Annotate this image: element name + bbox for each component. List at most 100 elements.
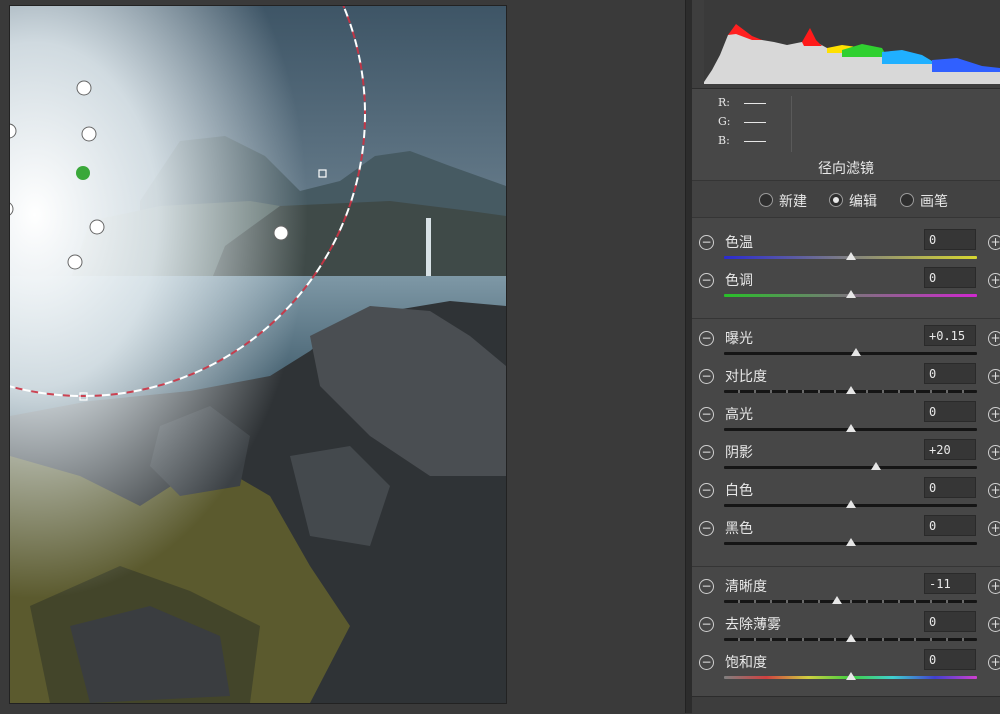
decrease-icon[interactable]: − [699,483,714,498]
radio-selected-icon[interactable] [829,193,843,207]
active-pin-marker[interactable] [76,166,90,180]
radio-icon[interactable] [759,193,773,207]
slider-row-contrast: − 对比度 0 + [692,362,1000,400]
pin-marker[interactable] [67,254,83,270]
slider-label-saturation: 饱和度 [725,655,767,671]
slider-row-temperature: − 色温 0 + [692,228,1000,266]
mode-brush-label: 画笔 [920,194,948,210]
pin-marker[interactable] [81,126,97,142]
slider-label-contrast: 对比度 [725,369,767,385]
slider-thumb-shadows[interactable] [870,462,881,470]
rgb-separator [791,96,792,152]
mode-new-label: 新建 [779,194,807,210]
mode-edit-label: 编辑 [849,194,877,210]
group-divider [692,318,1000,319]
group-divider [692,566,1000,567]
slider-row-saturation: − 饱和度 0 + [692,648,1000,686]
increase-icon[interactable]: + [988,445,1000,460]
slider-thumb-saturation[interactable] [845,672,856,680]
slider-row-whites: − 白色 0 + [692,476,1000,514]
slider-value-clarity[interactable]: -11 [924,573,976,594]
slider-thumb-tint[interactable] [845,290,856,298]
slider-label-highlights: 高光 [725,407,753,423]
slider-value-shadows[interactable]: +20 [924,439,976,460]
increase-icon[interactable]: + [988,483,1000,498]
rgb-b-value [744,140,766,142]
slider-value-temperature[interactable]: 0 [924,229,976,250]
decrease-icon[interactable]: − [699,407,714,422]
slider-label-dehaze: 去除薄雾 [725,617,781,633]
slider-track-clarity[interactable] [724,600,977,603]
slider-label-exposure: 曝光 [725,331,753,347]
decrease-icon[interactable]: − [699,235,714,250]
increase-icon[interactable]: + [988,407,1000,422]
slider-value-saturation[interactable]: 0 [924,649,976,670]
increase-icon[interactable]: + [988,617,1000,632]
slider-label-tint: 色调 [725,273,753,289]
pin-marker[interactable] [89,219,105,235]
slider-thumb-temperature[interactable] [845,252,856,260]
decrease-icon[interactable]: − [699,617,714,632]
slider-row-dehaze: − 去除薄雾 0 + [692,610,1000,648]
decrease-icon[interactable]: − [699,273,714,288]
slider-row-blacks: − 黑色 0 + [692,514,1000,552]
increase-icon[interactable]: + [988,579,1000,594]
rgb-b-label: B: [718,134,730,147]
slider-thumb-blacks[interactable] [845,538,856,546]
rgb-g-label: G: [718,115,731,128]
increase-icon[interactable]: + [988,331,1000,346]
mode-selector: 新建 编辑 画笔 [692,180,1000,218]
slider-row-clarity: − 清晰度 -11 + [692,572,1000,610]
mode-brush-option[interactable]: 画笔 [900,191,948,211]
decrease-icon[interactable]: − [699,369,714,384]
rgb-r-label: R: [718,96,730,109]
slider-thumb-highlights[interactable] [845,424,856,432]
histogram [692,0,1000,89]
increase-icon[interactable]: + [988,655,1000,670]
rgb-readout: R: G: B: [692,90,1000,156]
slider-row-highlights: − 高光 0 + [692,400,1000,438]
increase-icon[interactable]: + [988,369,1000,384]
image-canvas-area [0,0,685,713]
slider-value-highlights[interactable]: 0 [924,401,976,422]
rgb-r-value [744,102,766,104]
decrease-icon[interactable]: − [699,445,714,460]
decrease-icon[interactable]: − [699,521,714,536]
increase-icon[interactable]: + [988,273,1000,288]
decrease-icon[interactable]: − [699,579,714,594]
decrease-icon[interactable]: − [699,331,714,346]
slider-row-tint: − 色调 0 + [692,266,1000,304]
slider-row-exposure: − 曝光 +0.15 + [692,324,1000,362]
slider-thumb-clarity[interactable] [831,596,842,604]
pin-marker[interactable] [273,225,289,241]
slider-track-shadows[interactable] [724,466,977,469]
slider-thumb-exposure[interactable] [850,348,861,356]
slider-value-tint[interactable]: 0 [924,267,976,288]
slider-label-whites: 白色 [725,483,753,499]
adjustment-panel: R: G: B: 径向滤镜 新建 编辑 画笔 − 色温 0 + − 色调 0 + − 曝光 +0.1… [692,0,1000,714]
slider-label-shadows: 阴影 [725,445,753,461]
mode-edit-option[interactable]: 编辑 [829,191,877,211]
slider-label-clarity: 清晰度 [725,579,767,595]
decrease-icon[interactable]: − [699,655,714,670]
slider-value-dehaze[interactable]: 0 [924,611,976,632]
panel-title: 径向滤镜 [818,161,874,177]
landscape-photo [10,6,506,703]
bottom-options-strip [692,696,1000,714]
slider-value-whites[interactable]: 0 [924,477,976,498]
slider-thumb-whites[interactable] [845,500,856,508]
slider-row-shadows: − 阴影 +20 + [692,438,1000,476]
mode-new-option[interactable]: 新建 [759,191,807,211]
increase-icon[interactable]: + [988,521,1000,536]
slider-value-contrast[interactable]: 0 [924,363,976,384]
slider-thumb-dehaze[interactable] [845,634,856,642]
slider-thumb-contrast[interactable] [845,386,856,394]
slider-value-blacks[interactable]: 0 [924,515,976,536]
increase-icon[interactable]: + [988,235,1000,250]
pin-marker[interactable] [76,80,92,96]
slider-value-exposure[interactable]: +0.15 [924,325,976,346]
slider-label-temperature: 色温 [725,235,753,251]
radio-icon[interactable] [900,193,914,207]
photo-preview[interactable] [9,5,507,704]
rgb-g-value [744,121,766,123]
